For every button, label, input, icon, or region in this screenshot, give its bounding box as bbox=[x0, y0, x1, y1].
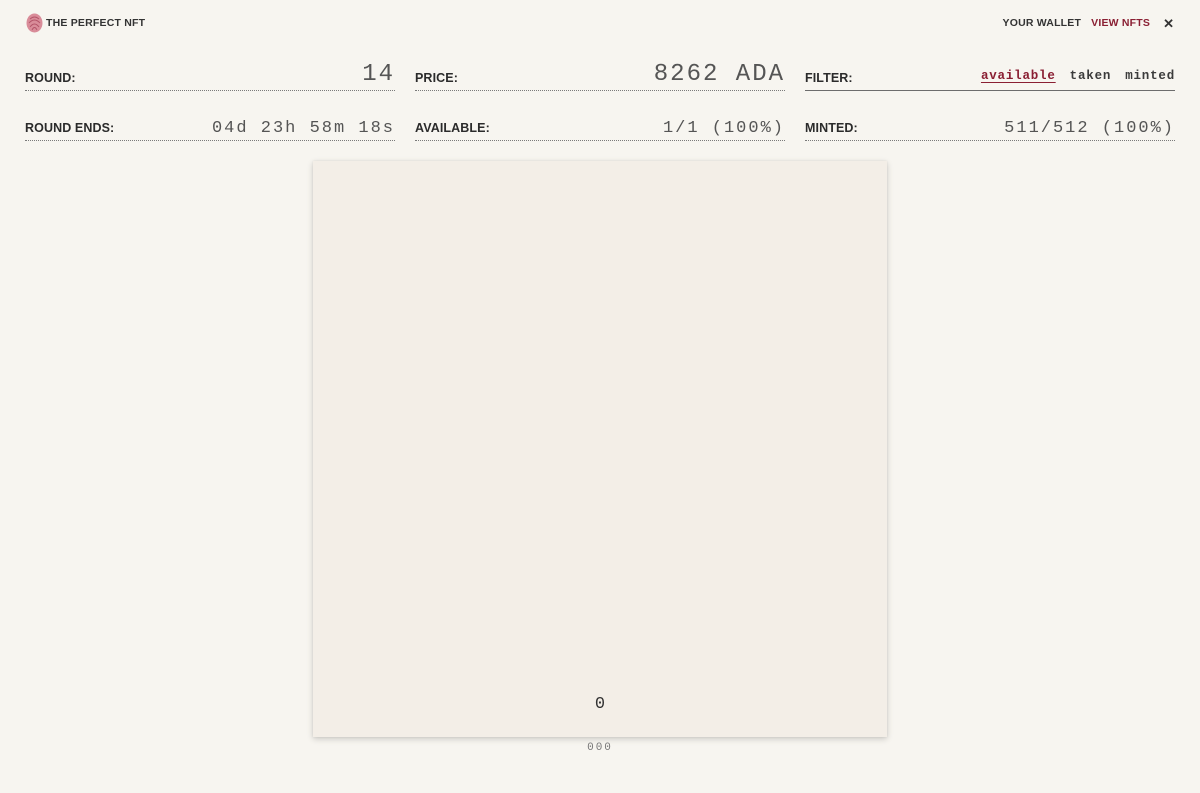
filter-minted[interactable]: minted bbox=[1125, 69, 1175, 83]
brand-name[interactable]: THE PERFECT NFT bbox=[46, 17, 145, 29]
available-value: 1/1 (100%) bbox=[662, 119, 785, 138]
filter-label: FILTER: bbox=[805, 71, 853, 85]
filter-bar: FILTER: available taken minted bbox=[805, 69, 1175, 91]
round-value: 14 bbox=[362, 61, 395, 88]
nft-card-id: 000 bbox=[587, 742, 613, 754]
price-label: PRICE: bbox=[415, 71, 458, 85]
fingerprint-icon[interactable] bbox=[26, 13, 43, 33]
close-icon[interactable]: ✕ bbox=[1163, 17, 1174, 30]
minted-stat: MINTED: 511/512 (100%) bbox=[805, 119, 1175, 141]
top-nav: YOUR WALLET VIEW NFTS ✕ bbox=[1003, 17, 1175, 30]
round-stat: ROUND: 14 bbox=[25, 61, 395, 91]
page: THE PERFECT NFT YOUR WALLET VIEW NFTS ✕ … bbox=[0, 0, 1200, 793]
available-label: AVAILABLE: bbox=[415, 121, 490, 135]
nft-card-number: 0 bbox=[594, 695, 606, 714]
header: THE PERFECT NFT YOUR WALLET VIEW NFTS ✕ bbox=[0, 0, 1200, 46]
available-stat: AVAILABLE: 1/1 (100%) bbox=[415, 119, 785, 141]
filter-available[interactable]: available bbox=[981, 69, 1056, 83]
filter-options: available taken minted bbox=[981, 69, 1175, 83]
round-ends-label: ROUND ENDS: bbox=[25, 121, 115, 135]
your-wallet-link[interactable]: YOUR WALLET bbox=[1003, 17, 1082, 29]
round-ends-countdown: 04d 23h 58m 18s bbox=[211, 119, 395, 138]
minted-label: MINTED: bbox=[805, 121, 858, 135]
price-value: 8262 ADA bbox=[653, 61, 785, 88]
view-nfts-link[interactable]: VIEW NFTS bbox=[1091, 17, 1150, 29]
minted-value: 511/512 (100%) bbox=[1004, 119, 1175, 138]
round-ends-stat: ROUND ENDS: 04d 23h 58m 18s bbox=[25, 119, 395, 141]
nft-card[interactable]: 0 bbox=[313, 161, 887, 737]
price-stat: PRICE: 8262 ADA bbox=[415, 61, 785, 91]
filter-taken[interactable]: taken bbox=[1070, 69, 1112, 83]
round-label: ROUND: bbox=[25, 71, 76, 85]
